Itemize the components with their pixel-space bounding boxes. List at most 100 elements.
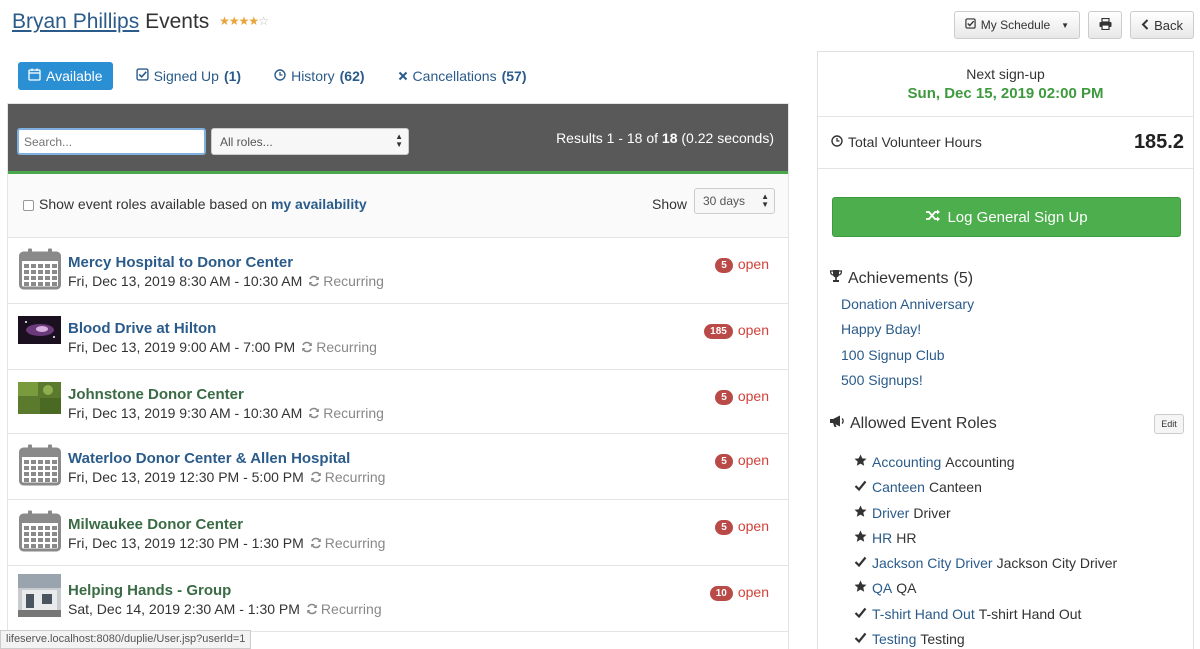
results-summary: Results 1 - 18 of 18 (0.22 seconds) xyxy=(556,130,774,146)
role-link[interactable]: QA xyxy=(872,580,892,596)
select-arrows-icon: ▲ ▼ xyxy=(395,132,403,149)
role-link[interactable]: Canteen xyxy=(872,479,925,495)
calendar-icon xyxy=(28,68,41,84)
events-list: Mercy Hospital to Donor Center Fri, Dec 1… xyxy=(8,238,788,632)
my-schedule-dropdown[interactable]: My Schedule ▼ xyxy=(953,11,1081,39)
event-date: Fri, Dec 13, 2019 12:30 PM - 1:30 PM Recu… xyxy=(68,535,385,552)
open-label: open xyxy=(737,388,769,404)
event-recurring: Recurring xyxy=(301,339,377,355)
event-date-text: Fri, Dec 13, 2019 12:30 PM - 5:00 PM xyxy=(68,469,304,485)
search-bar: All roles... ▲▼ Results 1 - 18 of 18 (0.… xyxy=(8,104,788,174)
role-link[interactable]: Jackson City Driver xyxy=(872,555,993,571)
refresh-icon xyxy=(308,274,320,290)
star-icon xyxy=(854,505,868,521)
refresh-icon xyxy=(310,536,322,552)
event-open-count: 185 open xyxy=(704,322,769,339)
results-range: 1 - 18 xyxy=(606,130,643,146)
results-of: of xyxy=(646,130,659,146)
log-general-signup-button[interactable]: Log General Sign Up xyxy=(832,197,1181,237)
volunteer-name-link[interactable]: Bryan Phillips xyxy=(12,10,139,33)
event-thumbnail-image xyxy=(18,316,61,344)
role-item: Accounting Accounting xyxy=(854,454,1117,479)
event-open-count: 5 open xyxy=(715,452,769,469)
tab-signed-up-count: (1) xyxy=(223,68,242,84)
my-schedule-label: My Schedule xyxy=(980,18,1051,32)
roles-select[interactable]: All roles... ▲ ▼ xyxy=(211,128,409,155)
role-item: T-shirt Hand Out T-shirt Hand Out xyxy=(854,606,1117,631)
role-item: HR HR xyxy=(854,530,1117,555)
role-item: QA QA xyxy=(854,580,1117,605)
event-title-link[interactable]: Johnstone Donor Center xyxy=(68,386,244,403)
achievement-link[interactable]: Donation Anniversary xyxy=(841,296,974,321)
open-label: open xyxy=(737,518,769,534)
back-button[interactable]: Back xyxy=(1130,11,1194,39)
tab-signed-up-label: Signed Up xyxy=(153,68,219,84)
event-title-link[interactable]: Waterloo Donor Center & Allen Hospital xyxy=(68,450,350,467)
event-row[interactable]: Johnstone Donor Center Fri, Dec 13, 2019 … xyxy=(8,370,788,434)
event-row[interactable]: Helping Hands - Group Sat, Dec 14, 2019 2… xyxy=(8,566,788,632)
tab-history-count: (62) xyxy=(339,68,365,84)
role-link[interactable]: Accounting xyxy=(872,454,941,470)
open-count-badge: 10 xyxy=(709,586,733,601)
event-recurring-label: Recurring xyxy=(324,535,386,551)
volunteer-hours-label: Total Volunteer Hours xyxy=(848,134,982,150)
achievement-link[interactable]: 100 Signup Club xyxy=(841,347,974,372)
event-recurring-label: Recurring xyxy=(316,339,377,355)
availability-checkbox[interactable] xyxy=(23,200,34,211)
event-recurring-label: Recurring xyxy=(323,273,384,289)
event-recurring-label: Recurring xyxy=(324,469,386,485)
event-recurring: Recurring xyxy=(308,405,384,421)
volunteer-hours-value: 185.2 xyxy=(1133,131,1184,153)
volunteer-hours-label-group: Total Volunteer Hours xyxy=(831,134,982,150)
search-input[interactable] xyxy=(17,128,206,155)
event-recurring: Recurring xyxy=(308,273,384,289)
next-signup-label: Next sign-up xyxy=(966,66,1045,82)
event-row[interactable]: Mercy Hospital to Donor Center Fri, Dec 1… xyxy=(8,238,788,304)
star-filled-icon: ★ xyxy=(238,14,250,28)
star-empty-icon: ☆ xyxy=(258,14,269,28)
event-date: Fri, Dec 13, 2019 9:30 AM - 10:30 AM Recu… xyxy=(68,405,384,422)
event-date-text: Fri, Dec 13, 2019 9:00 AM - 7:00 PM xyxy=(68,339,296,355)
role-link[interactable]: T-shirt Hand Out xyxy=(872,606,975,622)
event-title-link[interactable]: Helping Hands - Group xyxy=(68,582,231,599)
event-open-count: 5 open xyxy=(715,256,769,273)
calendar-icon xyxy=(19,510,61,555)
achievement-link[interactable]: Happy Bday! xyxy=(841,321,974,346)
page-title-suffix: Events xyxy=(145,10,210,33)
open-count-badge: 5 xyxy=(715,390,733,405)
trophy-icon xyxy=(829,269,843,288)
clock-icon xyxy=(274,68,286,84)
availability-text: Show event roles available based on xyxy=(39,196,268,212)
edit-roles-button[interactable]: Edit xyxy=(1154,414,1184,434)
event-row[interactable]: Milwaukee Donor Center Fri, Dec 13, 2019 … xyxy=(8,500,788,566)
tab-available[interactable]: Available xyxy=(18,62,113,90)
event-title-link[interactable]: Milwaukee Donor Center xyxy=(68,516,243,533)
top-toolbar: My Schedule ▼ Back xyxy=(953,11,1194,39)
achievement-link[interactable]: 500 Signups! xyxy=(841,372,974,397)
tab-history[interactable]: History (62) xyxy=(264,62,374,90)
allowed-roles-heading: Allowed Event Roles xyxy=(829,414,997,433)
role-item: Canteen Canteen xyxy=(854,479,1117,504)
tab-signed-up[interactable]: Signed Up (1) xyxy=(126,62,252,90)
event-title-link[interactable]: Mercy Hospital to Donor Center xyxy=(68,254,293,271)
roles-select-value: All roles... xyxy=(220,135,273,149)
role-link[interactable]: Driver xyxy=(872,505,909,521)
event-date: Fri, Dec 13, 2019 8:30 AM - 10:30 AM Recu… xyxy=(68,273,384,290)
refresh-icon xyxy=(310,470,322,486)
caret-down-icon: ▼ xyxy=(1061,20,1070,30)
event-date-text: Fri, Dec 13, 2019 9:30 AM - 10:30 AM xyxy=(68,405,303,421)
event-row[interactable]: Waterloo Donor Center & Allen Hospital Fr… xyxy=(8,434,788,500)
role-link[interactable]: Testing xyxy=(872,631,916,647)
print-button[interactable] xyxy=(1088,11,1123,39)
results-total: 18 xyxy=(661,130,678,146)
filter-row: Show event roles available based on my a… xyxy=(8,174,788,238)
achievements-list: Donation Anniversary Happy Bday! 100 Signu… xyxy=(841,296,974,397)
days-select[interactable]: 30 days ▲ ▼ xyxy=(694,188,775,214)
tab-cancellations[interactable]: Cancellations (57) xyxy=(388,62,537,90)
results-time: (0.22 seconds) xyxy=(681,130,774,146)
select-arrows-icon: ▲ ▼ xyxy=(761,192,769,209)
role-link[interactable]: HR xyxy=(872,530,892,546)
my-availability-link[interactable]: my availability xyxy=(271,196,367,212)
event-row[interactable]: Blood Drive at Hilton Fri, Dec 13, 2019 9… xyxy=(8,304,788,370)
event-title-link[interactable]: Blood Drive at Hilton xyxy=(68,320,216,337)
